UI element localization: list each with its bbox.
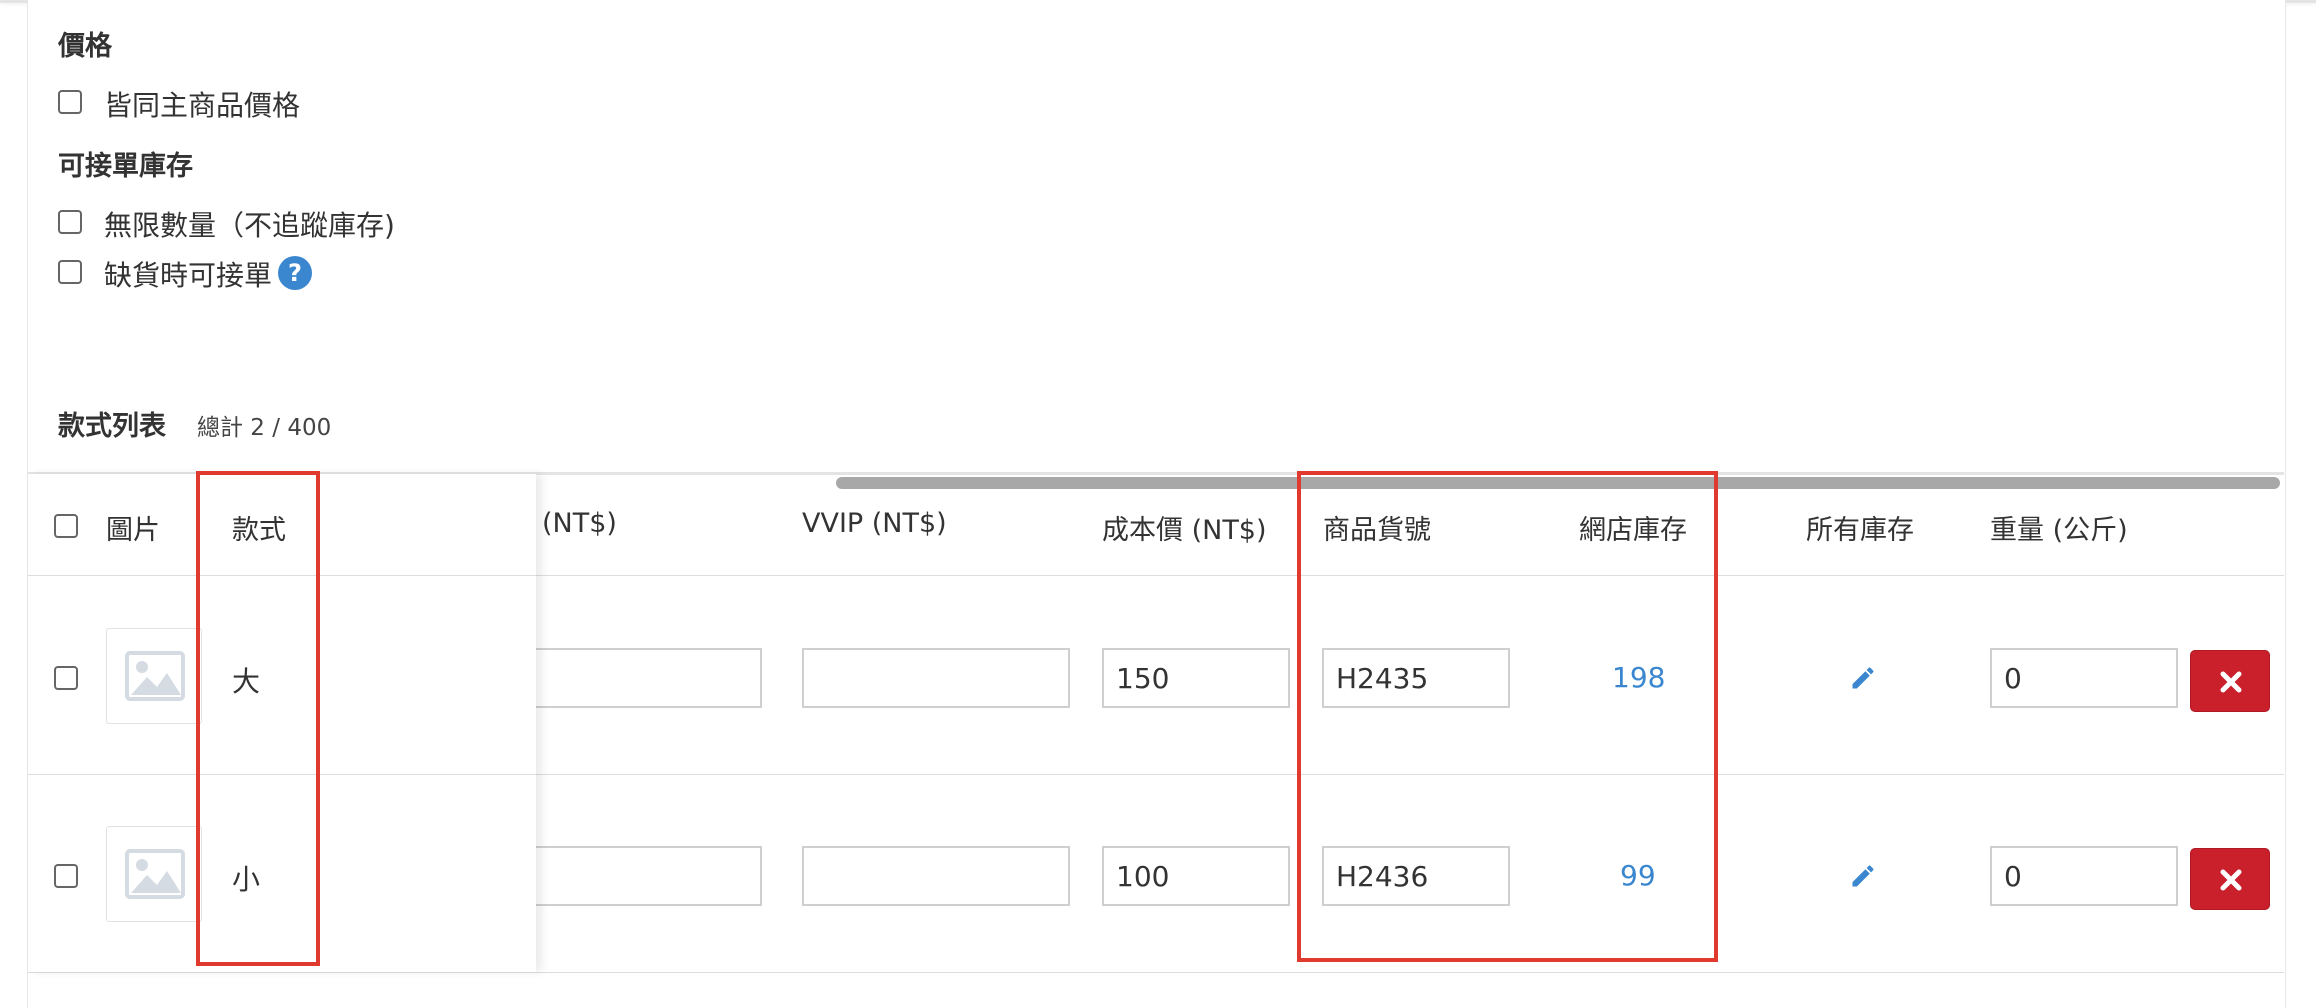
select-all-checkbox[interactable] — [54, 514, 78, 538]
vvip-price-input[interactable] — [802, 846, 1070, 906]
column-header-all-stock: 所有庫存 — [1806, 515, 1914, 546]
weight-input[interactable] — [1990, 648, 2178, 708]
variant-list-count: 總計 2 / 400 — [197, 415, 332, 441]
cost-price-input[interactable] — [1102, 846, 1290, 906]
price-input[interactable] — [520, 648, 762, 708]
unlimited-quantity-checkbox[interactable] — [58, 210, 82, 234]
same-as-main-price-label: 皆同主商品價格 — [104, 89, 301, 122]
column-header-price: (NT$) — [542, 508, 617, 539]
backorder-label: 缺貨時可接單 — [104, 259, 273, 292]
row-select-checkbox[interactable] — [54, 666, 78, 690]
pencil-icon[interactable] — [1849, 862, 1877, 890]
variant-image[interactable] — [106, 628, 202, 724]
delete-variant-button[interactable] — [2190, 650, 2270, 712]
unlimited-quantity-label: 無限數量（不追蹤庫存) — [104, 209, 395, 242]
column-header-weight: 重量 (公斤) — [1990, 515, 2128, 546]
row-select-checkbox[interactable] — [54, 864, 78, 888]
pencil-icon[interactable] — [1849, 664, 1877, 692]
weight-input[interactable] — [1990, 846, 2178, 906]
variant-image[interactable] — [106, 826, 202, 922]
column-header-cost: 成本價 (NT$) — [1102, 515, 1267, 546]
variant-list-title: 款式列表 — [58, 411, 166, 442]
column-header-image: 圖片 — [106, 515, 160, 546]
row-divider — [27, 972, 2284, 973]
stock-section-title: 可接單庫存 — [58, 151, 193, 182]
image-placeholder-icon — [125, 849, 185, 899]
close-icon — [2220, 671, 2242, 693]
highlight-box-variant-column — [196, 471, 320, 966]
cost-price-input[interactable] — [1102, 648, 1290, 708]
image-placeholder-icon — [125, 651, 185, 701]
backorder-checkbox[interactable] — [58, 260, 82, 284]
price-section-title: 價格 — [58, 31, 112, 62]
delete-variant-button[interactable] — [2190, 848, 2270, 910]
close-icon — [2220, 869, 2242, 891]
vvip-price-input[interactable] — [802, 648, 1070, 708]
price-input[interactable] — [520, 846, 762, 906]
column-header-vvip: VVIP (NT$) — [802, 508, 947, 539]
question-circle-icon[interactable]: ? — [278, 256, 312, 290]
highlight-box-sku-stock-columns — [1297, 471, 1718, 962]
same-as-main-price-checkbox[interactable] — [58, 90, 82, 114]
